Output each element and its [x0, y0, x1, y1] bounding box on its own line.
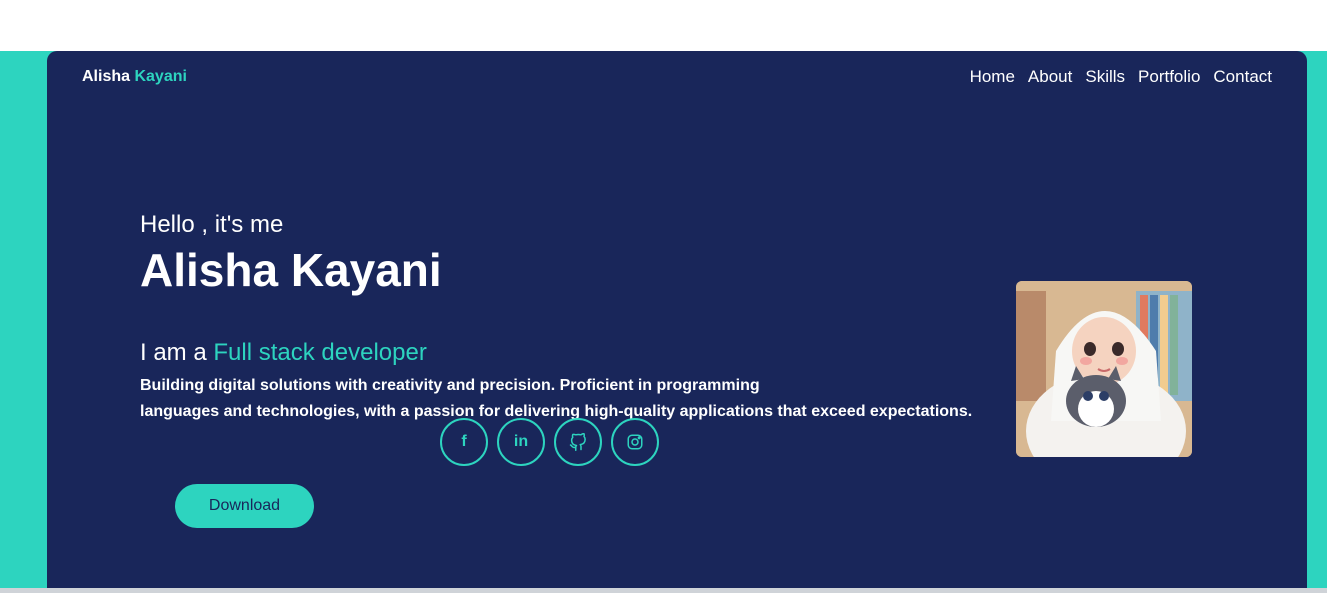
- logo-last: Kayani: [134, 68, 187, 85]
- linkedin-link[interactable]: in: [497, 418, 545, 466]
- nav-skills[interactable]: Skills: [1085, 67, 1125, 87]
- facebook-icon: f: [461, 433, 467, 450]
- social-links: f in: [440, 418, 659, 466]
- horizontal-scrollbar[interactable]: [0, 588, 1327, 593]
- main-nav: Home About Skills Portfolio Contact: [970, 67, 1272, 87]
- nav-contact[interactable]: Contact: [1213, 67, 1272, 87]
- logo-first: Alisha: [82, 68, 131, 85]
- description-line-1: Building digital solutions with creativi…: [140, 377, 760, 394]
- role-prefix: I am a: [140, 339, 207, 366]
- site-logo[interactable]: Alisha Kayani: [82, 68, 187, 86]
- nav-about[interactable]: About: [1028, 67, 1072, 87]
- top-bar: [0, 0, 1327, 51]
- hero-name: Alisha Kayani: [140, 244, 442, 296]
- nav-home[interactable]: Home: [970, 67, 1015, 87]
- github-link[interactable]: [554, 418, 602, 466]
- linkedin-icon: in: [513, 433, 529, 450]
- instagram-link[interactable]: [611, 418, 659, 466]
- facebook-link[interactable]: f: [440, 418, 488, 466]
- github-icon: [569, 433, 586, 451]
- instagram-icon: [627, 434, 643, 450]
- avatar-illustration: [1016, 281, 1192, 457]
- greeting: Hello , it's me: [140, 211, 284, 238]
- hero-role: I am a Full stack developer: [140, 339, 427, 367]
- download-button[interactable]: Download: [175, 484, 314, 528]
- hero-card: Alisha Kayani Home About Skills Portfoli…: [47, 51, 1307, 589]
- role-title: Full stack developer: [213, 339, 427, 366]
- nav-portfolio[interactable]: Portfolio: [1138, 67, 1200, 87]
- profile-avatar: [1016, 281, 1192, 457]
